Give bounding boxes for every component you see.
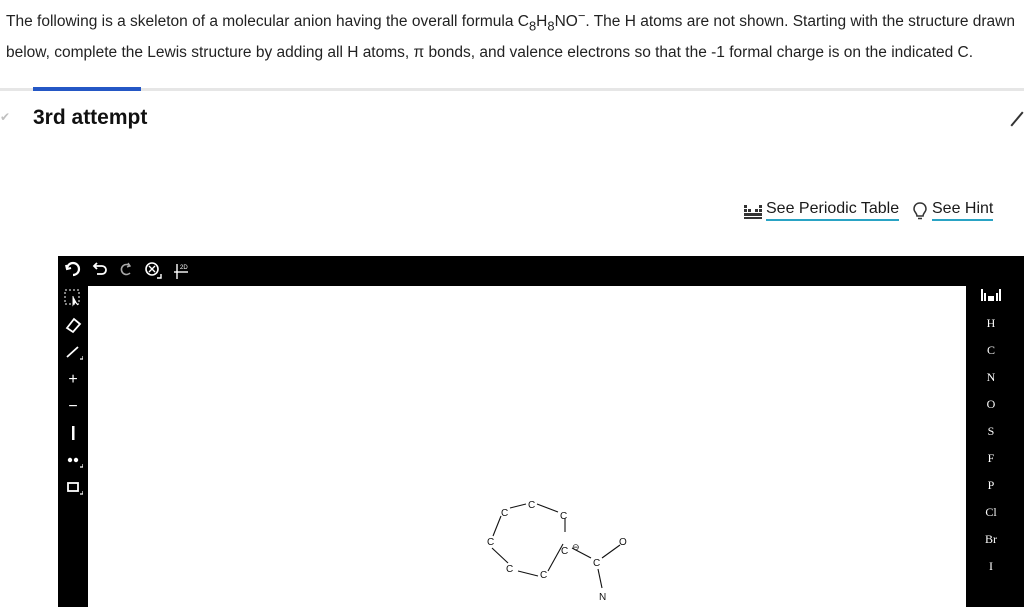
molecule-skeleton: C C C C C C C C O N ⊖ (487, 500, 627, 603)
see-hint-link[interactable]: See Hint (912, 200, 994, 221)
ring-icon[interactable] (62, 477, 84, 499)
periodic-table-label: See Periodic Table (766, 200, 900, 221)
periodic-table-icon (744, 204, 762, 219)
hint-label: See Hint (932, 200, 994, 221)
element-f[interactable]: F (966, 451, 1016, 466)
atom-c2[interactable]: C (528, 500, 535, 511)
drawing-canvas[interactable]: C C C C C C C C O N ⊖ (88, 286, 966, 607)
redo-icon[interactable] (115, 260, 137, 282)
single-electron-icon[interactable] (62, 423, 84, 445)
active-attempt-indicator (33, 87, 141, 91)
minus-charge-icon[interactable]: − (62, 396, 84, 418)
eraser-icon[interactable] (62, 315, 84, 337)
lone-pair-icon[interactable] (62, 450, 84, 472)
bond-icon[interactable] (62, 342, 84, 364)
atom-c3[interactable]: C (560, 511, 567, 522)
question-line-1-end: . The H atoms are not shown. Starting wi… (585, 13, 1015, 31)
atom-c7[interactable]: C (540, 570, 547, 581)
atom-c1[interactable]: C (501, 508, 508, 519)
edit-icon[interactable] (1010, 111, 1024, 127)
atom-c4[interactable]: C (487, 537, 494, 548)
structure-editor: 2D + − C C C C C C C C O N ⊖ H C N O S F… (58, 256, 1024, 607)
atom-o[interactable]: O (619, 537, 627, 548)
undo-icon[interactable] (88, 260, 110, 282)
question-line-2: below, complete the Lewis structure by a… (6, 44, 974, 62)
section-divider (0, 88, 1024, 91)
2d-template-label: 2D (180, 265, 188, 271)
atom-c5[interactable]: C (561, 546, 568, 557)
element-br[interactable]: Br (966, 532, 1016, 547)
question-line-1: The following is a skeleton of a molecul… (6, 2, 1016, 39)
element-i[interactable]: I (966, 559, 1016, 574)
periodic-mini-icon[interactable] (966, 288, 1016, 306)
check-icon: ✔ (0, 110, 11, 124)
2d-template-icon[interactable]: 2D (170, 260, 192, 282)
clear-icon[interactable] (62, 260, 84, 282)
element-palette: H C N O S F P Cl Br I (966, 286, 1024, 607)
element-s[interactable]: S (966, 424, 1016, 439)
select-icon[interactable] (62, 288, 84, 310)
element-o[interactable]: O (966, 397, 1016, 412)
element-c[interactable]: C (966, 343, 1016, 358)
see-periodic-table-link[interactable]: See Periodic Table (744, 200, 900, 221)
element-n[interactable]: N (966, 370, 1016, 385)
negative-charge-icon: ⊖ (572, 542, 580, 552)
formula-no: NO (554, 13, 578, 31)
question-text: The following is a skeleton of a molecul… (6, 2, 1016, 66)
lightbulb-icon (913, 201, 927, 219)
question-line-1-start: The following is a skeleton of a molecul… (6, 13, 529, 31)
atom-c6[interactable]: C (506, 564, 513, 575)
element-p[interactable]: P (966, 478, 1016, 493)
atom-c8[interactable]: C (593, 558, 600, 569)
atom-n[interactable]: N (599, 592, 606, 603)
plus-charge-icon[interactable]: + (62, 369, 84, 391)
zoom-icon[interactable] (142, 260, 164, 282)
editor-toolbar: 2D (58, 256, 1024, 286)
formula-subscript-h: 8 (547, 18, 555, 34)
formula-h: H (536, 13, 548, 31)
element-cl[interactable]: Cl (966, 505, 1016, 520)
element-h[interactable]: H (966, 316, 1016, 331)
editor-left-toolbar: + − (58, 286, 88, 607)
attempt-label: 3rd attempt (33, 106, 148, 129)
